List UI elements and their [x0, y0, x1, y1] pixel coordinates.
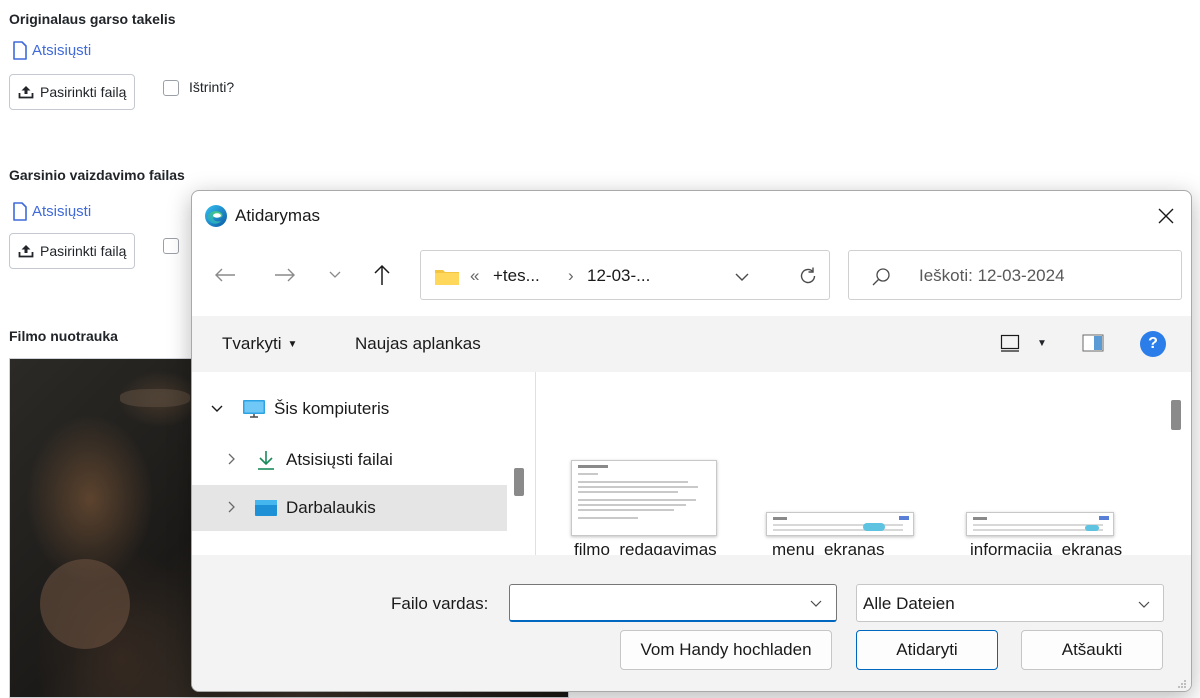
tree-item-desktop[interactable]: Darbalaukis: [192, 485, 507, 531]
open-button[interactable]: Atidaryti: [856, 630, 998, 670]
navigation-pane: Šis kompiuteris Atsisiųsti failai Darbal…: [192, 372, 524, 555]
file-name-input[interactable]: [509, 584, 837, 622]
download-link-audio-visual[interactable]: Atsisiųsti: [12, 202, 91, 221]
file-name-label[interactable]: filmo_redagavimas: [574, 540, 717, 555]
tree-item-label: Darbalaukis: [286, 498, 376, 517]
nav-pane-scrollbar-thumb[interactable]: [514, 468, 524, 496]
file-name-label[interactable]: informacija_ekranas: [970, 540, 1122, 555]
breadcrumb-overflow[interactable]: «: [470, 266, 479, 286]
dialog-footer: Failo vardas: Alle Dateien Vom Handy hoc…: [192, 555, 1191, 691]
upload-icon: [18, 86, 34, 99]
form-label-film-photo: Filmo nuotrauka: [9, 328, 118, 344]
file-type-select[interactable]: Alle Dateien: [856, 584, 1164, 622]
file-thumbnail-info[interactable]: [966, 512, 1114, 536]
arrow-left-icon: [215, 268, 235, 282]
file-thumbnail-doc[interactable]: [571, 460, 717, 536]
chevron-down-icon: [1138, 601, 1150, 608]
choose-file-button-audio-visual[interactable]: Pasirinkti failą: [9, 233, 136, 269]
download-link-label: Atsisiųsti: [32, 42, 92, 59]
choose-file-button-original-audio[interactable]: Pasirinkti failą: [9, 74, 136, 110]
delete-checkbox-label: Ištrinti?: [189, 79, 235, 95]
preview-pane-icon[interactable]: [1082, 334, 1104, 352]
desktop-folder-icon: [255, 500, 277, 516]
new-folder-button[interactable]: Naujas aplankas: [355, 334, 481, 354]
choose-file-label: Pasirinkti failą: [40, 243, 127, 259]
navigation-bar: « +tes... › 12-03-... Ieškoti: 12-03-202…: [192, 246, 1191, 306]
photo-detail: [120, 389, 190, 407]
view-layout-icon[interactable]: [1000, 334, 1020, 352]
upload-from-phone-button[interactable]: Vom Handy hochladen: [620, 630, 832, 670]
refresh-icon[interactable]: [798, 266, 818, 286]
dialog-titlebar: Atidarymas: [192, 191, 1191, 241]
document-icon: [13, 41, 27, 60]
chevron-right-icon[interactable]: [222, 498, 240, 516]
tree-item-label: Šis kompiuteris: [274, 399, 390, 418]
form-label-audio-visual-file: Garsinio vaizdavimo failas: [9, 167, 185, 183]
upload-icon: [18, 245, 34, 258]
computer-icon: [243, 400, 265, 418]
tree-item-this-pc[interactable]: Šis kompiuteris: [192, 386, 507, 432]
search-placeholder: Ieškoti: 12-03-2024: [919, 266, 1065, 285]
tree-item-label: Atsisiųsti failai: [286, 450, 393, 469]
delete-checkbox-audio-visual[interactable]: [163, 238, 179, 254]
download-arrow-icon: [258, 451, 274, 470]
caret-down-icon: ▼: [287, 339, 298, 351]
file-type-value: Alle Dateien: [863, 594, 955, 613]
chevron-down-icon: [329, 271, 341, 278]
organize-menu[interactable]: Tvarkyti ▼: [222, 334, 297, 354]
file-list: filmo_redagavimas menu_ekranas informaci…: [536, 372, 1191, 555]
photo-detail: [40, 559, 130, 649]
download-link-original-audio[interactable]: Atsisiųsti: [12, 41, 91, 60]
dialog-title: Atidarymas: [235, 206, 321, 225]
breadcrumb-separator: ›: [568, 266, 574, 285]
document-icon: [13, 202, 27, 221]
close-button[interactable]: [1151, 201, 1181, 231]
chevron-right-icon[interactable]: [222, 450, 240, 468]
file-name-label[interactable]: menu_ekranas: [772, 540, 884, 555]
help-icon[interactable]: ?: [1140, 331, 1166, 357]
caret-down-icon[interactable]: ▼: [1037, 338, 1047, 349]
download-link-label: Atsisiųsti: [32, 203, 92, 220]
breadcrumb-current-folder[interactable]: 12-03-...: [587, 266, 650, 286]
search-box[interactable]: Ieškoti: 12-03-2024: [848, 250, 1182, 300]
file-name-field-label: Failo vardas:: [391, 594, 489, 613]
close-icon: [1158, 208, 1174, 224]
resize-grip-icon[interactable]: [1177, 679, 1187, 689]
address-bar[interactable]: « +tes... › 12-03-...: [420, 250, 830, 300]
up-button[interactable]: [367, 260, 397, 290]
recent-locations-button[interactable]: [320, 260, 350, 290]
back-button[interactable]: [210, 260, 240, 290]
chevron-down-icon[interactable]: [733, 268, 751, 286]
arrow-up-icon: [374, 264, 390, 285]
dialog-content: Šis kompiuteris Atsisiųsti failai Darbal…: [192, 372, 1191, 555]
arrow-right-icon: [275, 268, 295, 282]
form-label-original-audio: Originalaus garso takelis: [9, 11, 176, 27]
file-list-scrollbar-thumb[interactable]: [1171, 400, 1181, 430]
file-open-dialog: Atidarymas « +tes... › 12-03-... Ieškoti…: [191, 190, 1192, 692]
chevron-down-icon[interactable]: [208, 399, 226, 417]
chevron-down-icon[interactable]: [809, 597, 823, 609]
cancel-button[interactable]: Atšaukti: [1021, 630, 1163, 670]
dialog-toolbar: Tvarkyti ▼ Naujas aplankas ▼ ?: [192, 316, 1191, 372]
tree-item-downloads[interactable]: Atsisiųsti failai: [192, 437, 507, 483]
file-thumbnail-menu[interactable]: [766, 512, 914, 536]
forward-button[interactable]: [270, 260, 300, 290]
organize-label: Tvarkyti: [222, 334, 282, 353]
delete-checkbox-original-audio[interactable]: [163, 80, 179, 96]
folder-icon: [435, 270, 459, 285]
breadcrumb-parent-folder[interactable]: +tes...: [493, 266, 540, 286]
edge-browser-icon: [205, 205, 227, 227]
choose-file-label: Pasirinkti failą: [40, 84, 127, 100]
search-icon: [872, 268, 890, 286]
